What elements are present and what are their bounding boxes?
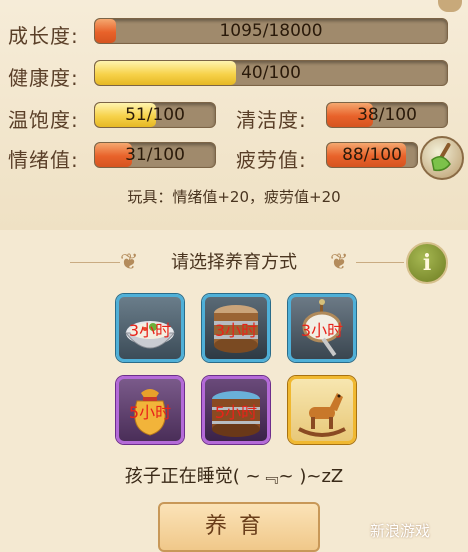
mood-bar: 31/100 xyxy=(94,142,216,168)
option-drum[interactable]: 3小时 xyxy=(288,294,356,362)
fatigue-label: 疲劳值: xyxy=(236,148,307,172)
section-title: 请选择养育方式 xyxy=(171,252,297,273)
option-time: 5小时 xyxy=(214,403,258,422)
health-bar: 40/100 xyxy=(94,60,448,86)
fatigue-bar: 88/100 xyxy=(326,142,418,168)
option-sack[interactable]: 5小时 xyxy=(116,376,184,444)
growth-label: 成长度: xyxy=(8,24,79,48)
satiety-value: 51/100 xyxy=(125,105,185,125)
option-time: 3小时 xyxy=(300,321,344,340)
option-rocking-horse[interactable] xyxy=(288,376,356,444)
clean-label: 清洁度: xyxy=(236,108,307,132)
mop-icon xyxy=(431,142,451,172)
option-time: 3小时 xyxy=(214,321,258,340)
mood-value: 31/100 xyxy=(125,145,185,165)
toy-bonus-text: 玩具：情绪值+20，疲劳值+20 xyxy=(127,188,341,206)
mop-clean-button[interactable] xyxy=(420,136,464,180)
child-status-text: 孩子正在睡觉( ~﹃~ )~zZ xyxy=(124,466,344,487)
health-value: 40/100 xyxy=(241,63,301,83)
watermark: 新浪游戏 xyxy=(370,522,431,540)
raise-button[interactable]: 养育 xyxy=(158,502,320,552)
growth-bar: 1095/18000 xyxy=(94,18,448,44)
satiety-bar: 51/100 xyxy=(94,102,216,128)
option-porridge[interactable]: 3小时 xyxy=(116,294,184,362)
growth-value: 1095/18000 xyxy=(219,21,323,41)
health-label: 健康度: xyxy=(8,66,79,90)
option-barrel[interactable]: 3小时 xyxy=(202,294,270,362)
clean-value: 38/100 xyxy=(357,105,417,125)
option-time: 5小时 xyxy=(128,403,172,422)
option-tub[interactable]: 5小时 xyxy=(202,376,270,444)
right-ornament-icon: ❦ xyxy=(330,250,349,275)
divider-right xyxy=(356,262,404,263)
clean-bar: 38/100 xyxy=(326,102,448,128)
option-time: 3小时 xyxy=(128,321,172,340)
fatigue-value: 88/100 xyxy=(342,145,402,165)
rocking-horse-icon xyxy=(298,393,346,437)
mood-label: 情绪值: xyxy=(8,148,79,172)
info-button[interactable]: i xyxy=(406,242,448,284)
satiety-label: 温饱度: xyxy=(8,108,79,132)
